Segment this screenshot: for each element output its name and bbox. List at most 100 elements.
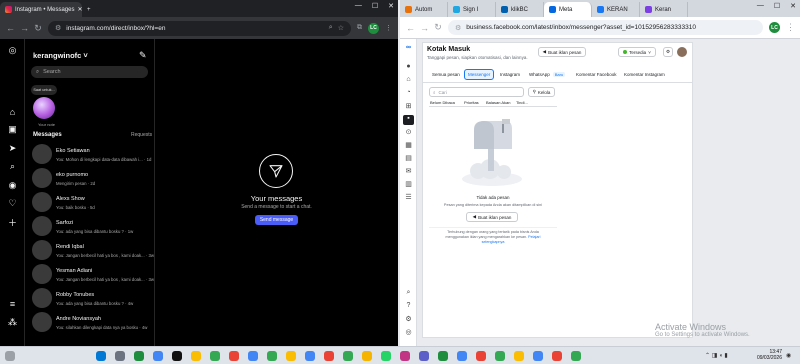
site-info-icon[interactable]: ⚙	[455, 24, 461, 32]
note-bubble[interactable]: Saat untuk...	[31, 85, 57, 95]
tab-item[interactable]: KERAN	[592, 2, 640, 17]
tray-icons[interactable]: ⌃ ◨ ◖ ▮	[705, 352, 728, 359]
content-icon[interactable]: ⊞	[403, 102, 414, 112]
conversation-item[interactable]: Robby Tonubes You: ada yang bisa dibantu …	[32, 287, 152, 309]
reels-icon[interactable]: ▣	[7, 124, 18, 135]
create-ad-button[interactable]: ◀ Buat iklan pesan	[466, 212, 518, 222]
app-icon[interactable]	[400, 351, 410, 361]
notifications-icon[interactable]: ♡	[7, 198, 18, 209]
chrome-icon[interactable]	[267, 351, 277, 361]
insights-icon[interactable]: ▥	[403, 180, 414, 190]
chrome-icon[interactable]	[210, 351, 220, 361]
search-input[interactable]: ⌕ Cari	[429, 87, 524, 97]
start-icon[interactable]	[96, 351, 106, 361]
more-menu-icon[interactable]: ≡	[7, 298, 18, 309]
reload-icon[interactable]: ↻	[34, 23, 42, 34]
forward-icon[interactable]: →	[420, 23, 429, 33]
send-message-button[interactable]: Send message	[255, 215, 298, 225]
new-message-icon[interactable]: ✎	[139, 50, 147, 61]
search-input[interactable]: ⌕ Search	[31, 66, 148, 78]
new-tab-button[interactable]: +	[82, 2, 96, 17]
file-explorer-icon[interactable]	[362, 351, 372, 361]
filter-priority[interactable]: Prioritas	[464, 100, 479, 105]
app-icon[interactable]	[419, 351, 429, 361]
search-icon[interactable]: ⌕	[7, 161, 18, 172]
home-icon[interactable]: ⌂	[7, 106, 18, 117]
conversation-item[interactable]: Sarfozi You: ada yang bisa dibantu bosku …	[32, 215, 152, 237]
tools-icon[interactable]: ☰	[403, 193, 414, 203]
tab-whatsapp[interactable]: WhatsApp Baru	[526, 69, 568, 80]
profile-avatar[interactable]: LC	[769, 22, 780, 33]
bookmark-icon[interactable]: ☆	[338, 24, 344, 32]
chrome-icon[interactable]	[324, 351, 334, 361]
meta-logo-icon[interactable]: ∞	[403, 44, 414, 54]
tab-messenger[interactable]: Messenger	[464, 69, 495, 80]
ads-icon[interactable]: ⊙	[403, 128, 414, 138]
site-info-icon[interactable]: ⚙	[55, 24, 61, 32]
calendar-icon[interactable]: ▦	[403, 141, 414, 151]
clock[interactable]: 13:47 09/03/2026	[752, 349, 782, 361]
url-field[interactable]: ⚙ business.facebook.com/latest/inbox/mes…	[448, 20, 763, 35]
notifications-icon[interactable]: ◔	[403, 89, 414, 99]
chrome-icon[interactable]	[514, 351, 524, 361]
back-icon[interactable]: ←	[406, 23, 415, 33]
tab-item[interactable]: Autom	[400, 2, 448, 17]
chrome-icon[interactable]	[457, 351, 467, 361]
tab-instagram[interactable]: Instagram • Messages ✕	[0, 2, 82, 17]
forward-icon[interactable]: →	[20, 23, 29, 33]
settings-icon[interactable]: ⚙	[403, 315, 414, 325]
tab-item[interactable]: Sign I	[448, 2, 496, 17]
planner-icon[interactable]: ▤	[403, 154, 414, 164]
own-avatar[interactable]	[33, 97, 55, 119]
chrome-icon[interactable]	[305, 351, 315, 361]
help-icon[interactable]: ?	[403, 302, 414, 312]
requests-link[interactable]: Requests	[131, 132, 152, 138]
chrome-icon[interactable]	[533, 351, 543, 361]
create-post-button[interactable]: ◀ Buat iklan pesan	[538, 47, 586, 57]
chrome-icon[interactable]	[134, 351, 144, 361]
instagram-logo-icon[interactable]: ◎	[7, 45, 18, 56]
status-dropdown[interactable]: Tersedia ˅	[618, 47, 656, 57]
minimize-icon[interactable]: —	[355, 2, 362, 10]
meta-apps-icon[interactable]: ⁂	[7, 317, 18, 328]
search-icon[interactable]	[115, 351, 125, 361]
tab-all-messages[interactable]: Semua pesan	[429, 69, 463, 80]
conversation-item[interactable]: Rendi Iqbal You: Jangan berbecil hati ya …	[32, 239, 154, 261]
conversation-item[interactable]: Alexs Show You: baik bosku · 5d	[32, 191, 152, 213]
whatsapp-icon[interactable]	[381, 351, 391, 361]
close-window-icon[interactable]: ✕	[790, 2, 796, 10]
conversation-item[interactable]: Andre Noviansyah You: silahkan dilengkapi…	[32, 311, 152, 333]
chrome-icon[interactable]	[191, 351, 201, 361]
close-window-icon[interactable]: ✕	[388, 2, 394, 10]
filter-unread[interactable]: Belum Dibaca	[430, 100, 455, 105]
menu-icon[interactable]: ⋮	[786, 22, 795, 33]
tab-item[interactable]: Meta	[544, 2, 592, 17]
user-avatar[interactable]	[677, 47, 687, 57]
filter-follow-up[interactable]: Balasan Akan	[486, 100, 510, 105]
profile-avatar[interactable]: LC	[368, 22, 379, 34]
zoom-icon[interactable]: ⌕	[329, 24, 333, 32]
settings-icon[interactable]: ⚙	[663, 47, 673, 57]
conversation-item[interactable]: Yesman Adiani You: Jangan berbecil hati y…	[32, 263, 154, 285]
account-switcher[interactable]: kerangwinofc ˅	[33, 51, 88, 60]
chrome-icon[interactable]	[552, 351, 562, 361]
chrome-icon[interactable]	[286, 351, 296, 361]
tab-facebook-comments[interactable]: Komentar Facebook	[573, 69, 620, 80]
widgets-icon[interactable]	[5, 351, 15, 361]
tab-item[interactable]: Keran	[640, 2, 688, 17]
page-avatar-icon[interactable]: ●	[403, 63, 414, 73]
chrome-icon[interactable]	[571, 351, 581, 361]
manage-button[interactable]: ⚲ Kelola	[528, 87, 555, 97]
extensions-icon[interactable]: ⧉	[357, 24, 362, 32]
maximize-icon[interactable]: ☐	[774, 2, 780, 10]
home-icon[interactable]: ⌂	[403, 76, 414, 86]
filter-more[interactable]: Tindi...	[516, 100, 528, 105]
chrome-icon[interactable]	[438, 351, 448, 361]
inbox-icon[interactable]: ▪	[403, 115, 414, 125]
reload-icon[interactable]: ↻	[434, 22, 442, 33]
terminal-icon[interactable]	[172, 351, 182, 361]
chrome-icon[interactable]	[248, 351, 258, 361]
tab-instagram-comments[interactable]: Komentar Instagram	[621, 69, 668, 80]
tab-instagram[interactable]: Instagram	[497, 69, 523, 80]
explore-icon[interactable]: ◉	[7, 180, 18, 191]
